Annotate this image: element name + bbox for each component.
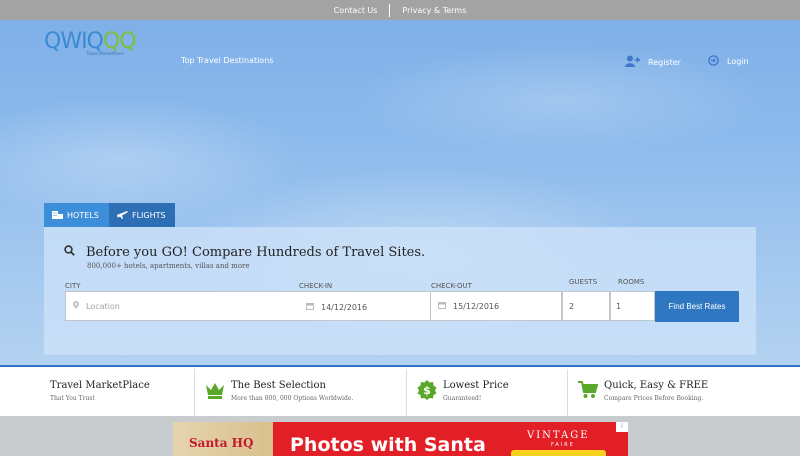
login-icon: [708, 55, 719, 68]
search-tabs: HOTELS FLIGHTS: [44, 203, 175, 227]
svg-text:$: $: [423, 384, 431, 397]
guests-label: GUESTS: [569, 278, 598, 286]
logo-tagline: Travel MarketPlace: [86, 51, 124, 56]
checkin-input[interactable]: 14/12/2016: [298, 293, 430, 321]
dollar-badge-icon: $: [417, 380, 437, 404]
guests-input[interactable]: 2: [562, 291, 610, 321]
tab-hotels-label: HOTELS: [67, 210, 99, 220]
city-label: CITY: [65, 282, 81, 290]
ad-brand: VINTAGE: [527, 430, 590, 441]
ad-brand-sub: FAIRE: [551, 442, 575, 448]
tab-flights[interactable]: FLIGHTS: [109, 203, 175, 227]
ad-cta-button[interactable]: [511, 450, 606, 456]
login-link[interactable]: Login: [708, 55, 749, 68]
site-logo[interactable]: QWIQQQ Travel MarketPlace: [44, 29, 152, 77]
ad-logo: Santa HQ: [189, 436, 254, 450]
calendar-icon: [438, 301, 446, 311]
guests-value: 2: [569, 301, 575, 311]
checkout-value: 15/12/2016: [453, 301, 500, 311]
feature-subtitle-marketplace: That You Trust: [50, 395, 95, 402]
register-label: Register: [648, 57, 681, 67]
ad-choices-icon[interactable]: i: [616, 422, 628, 432]
rooms-input[interactable]: 1: [610, 291, 655, 321]
feature-subtitle-price: Guaranteed!: [443, 395, 482, 402]
city-placeholder: Location: [86, 301, 120, 311]
feature-divider: [406, 369, 407, 416]
privacy-terms-link[interactable]: Privacy & Terms: [390, 6, 478, 15]
crown-icon: [205, 381, 225, 403]
feature-title-price: Lowest Price: [443, 380, 509, 391]
feature-divider: [567, 369, 568, 416]
checkin-value: 14/12/2016: [321, 302, 368, 312]
search-subtitle: 800,000+ hotels, apartments, villas and …: [87, 262, 250, 270]
hotel-icon: [52, 210, 63, 221]
search-panel: Before you GO! Compare Hundreds of Trave…: [44, 227, 756, 355]
location-pin-icon: [73, 301, 79, 311]
checkout-input[interactable]: 15/12/2016: [430, 291, 562, 321]
search-heading: Before you GO! Compare Hundreds of Trave…: [64, 245, 425, 260]
tab-flights-label: FLIGHTS: [132, 210, 166, 220]
checkout-label: CHECK-OUT: [431, 282, 472, 290]
calendar-icon: [306, 302, 314, 312]
top-destinations-link[interactable]: Top Travel Destinations: [181, 56, 273, 65]
features-strip: Travel MarketPlace That You Trust The Be…: [0, 365, 800, 416]
feature-subtitle-quick: Compare Prices Before Booking.: [604, 395, 704, 402]
feature-divider: [194, 369, 195, 416]
feature-title-quick: Quick, Easy & FREE: [604, 380, 709, 391]
contact-us-link[interactable]: Contact Us: [322, 6, 390, 15]
register-link[interactable]: Register: [625, 55, 681, 69]
search-title: Before you GO! Compare Hundreds of Trave…: [86, 245, 426, 260]
feature-subtitle-selection: More than 800, 000 Options Worldwide.: [231, 395, 354, 402]
feature-title-marketplace: Travel MarketPlace: [50, 380, 150, 391]
tab-hotels[interactable]: HOTELS: [44, 203, 109, 227]
find-best-rates-button[interactable]: Find Best Rates: [655, 291, 739, 322]
checkin-label: CHECK-IN: [299, 282, 333, 290]
ad-headline: Photos with Santa: [290, 434, 486, 456]
cart-icon: [578, 381, 599, 403]
search-icon: [64, 245, 75, 260]
rooms-label: ROOMS: [618, 278, 645, 286]
rooms-value: 1: [616, 301, 622, 311]
feature-title-selection: The Best Selection: [231, 380, 326, 391]
login-label: Login: [727, 57, 749, 66]
add-user-icon: [625, 55, 640, 69]
advertisement-banner[interactable]: Santa HQ Photos with Santa VINTAGE FAIRE…: [173, 422, 628, 456]
top-bar: Contact Us Privacy & Terms: [0, 0, 800, 20]
plane-icon: [117, 209, 128, 221]
